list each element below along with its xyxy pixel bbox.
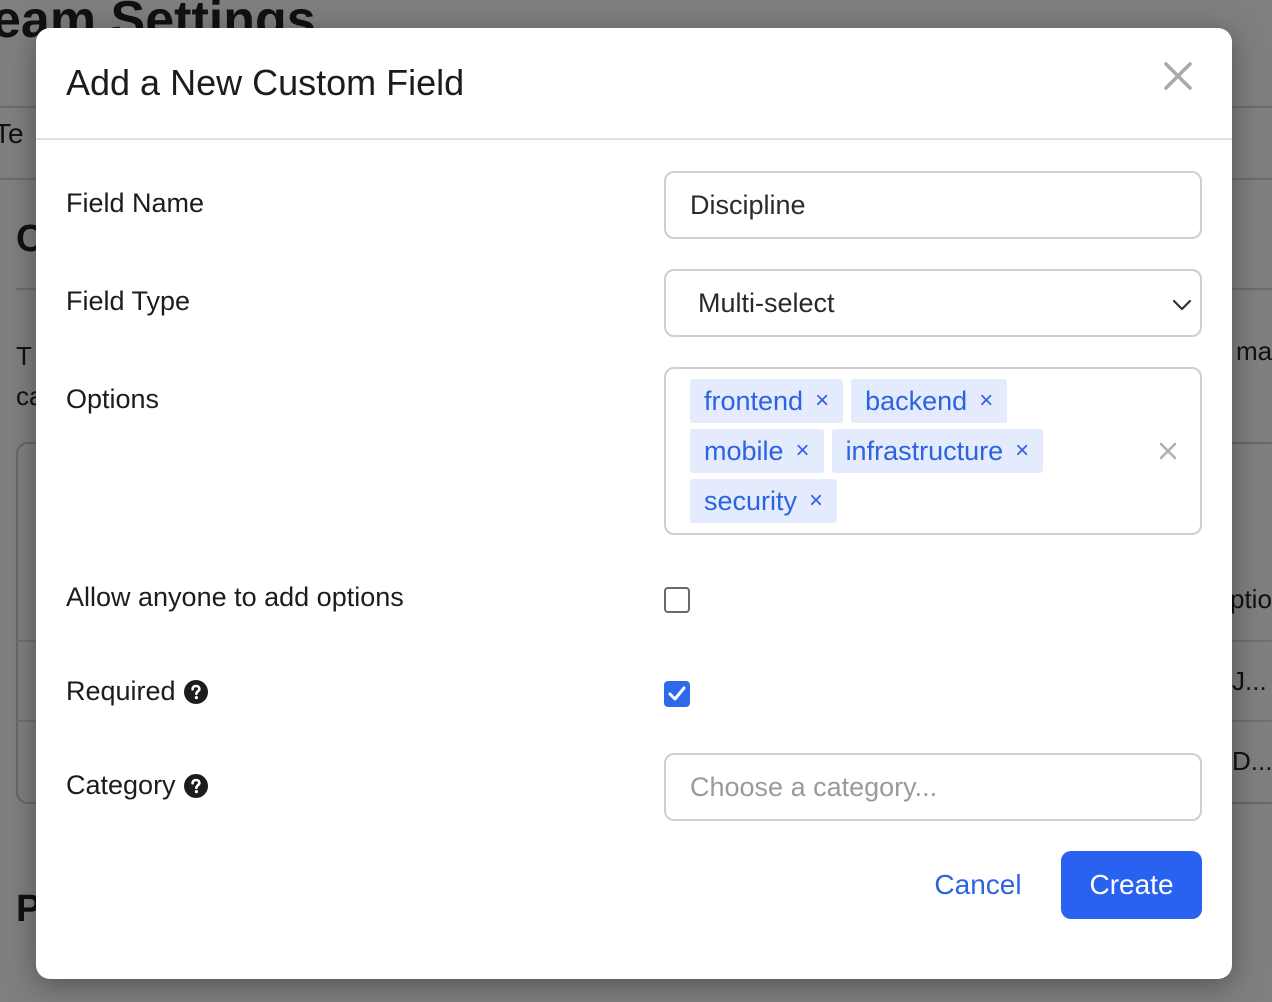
field-type-select[interactable]: Multi-select — [664, 269, 1202, 337]
field-type-label: Field Type — [66, 286, 191, 316]
option-tag-label: backend — [865, 385, 968, 416]
option-tag: frontend × — [690, 379, 844, 423]
allow-add-options-checkbox[interactable] — [664, 587, 690, 613]
options-label: Options — [66, 384, 160, 414]
help-icon[interactable] — [183, 679, 208, 704]
option-tag-label: mobile — [704, 435, 784, 466]
field-name-input[interactable] — [664, 171, 1202, 239]
help-icon[interactable] — [183, 773, 208, 798]
options-multiselect[interactable]: frontend × backend × mobile × infrastruc… — [664, 367, 1202, 535]
remove-tag-icon[interactable]: × — [1015, 439, 1029, 463]
option-tag: backend × — [851, 379, 1008, 423]
remove-tag-icon[interactable]: × — [796, 439, 810, 463]
option-tag-label: frontend — [704, 385, 804, 416]
remove-tag-icon[interactable]: × — [979, 389, 993, 413]
checkmark-icon — [668, 686, 686, 701]
options-tag-list: frontend × backend × mobile × infrastruc… — [690, 379, 1120, 523]
option-tag: mobile × — [690, 429, 824, 473]
create-button[interactable]: Create — [1061, 851, 1202, 919]
category-input[interactable] — [664, 753, 1202, 821]
modal-header: Add a New Custom Field — [36, 28, 1232, 140]
cancel-button[interactable]: Cancel — [916, 851, 1040, 919]
option-tag: infrastructure × — [831, 429, 1044, 473]
remove-tag-icon[interactable]: × — [815, 389, 829, 413]
required-checkbox[interactable] — [664, 681, 690, 707]
required-label-text: Required — [66, 676, 176, 706]
option-tag-label: security — [704, 485, 798, 516]
allow-add-options-label: Allow anyone to add options — [66, 582, 404, 612]
clear-all-icon[interactable] — [1156, 439, 1180, 463]
field-name-label: Field Name — [66, 188, 205, 218]
chevron-down-icon — [1172, 299, 1192, 311]
close-icon[interactable] — [1158, 56, 1198, 96]
option-tag: security × — [690, 479, 838, 523]
remove-tag-icon[interactable]: × — [809, 489, 823, 513]
field-type-value: Multi-select — [698, 288, 835, 318]
modal-title: Add a New Custom Field — [66, 62, 465, 103]
category-label: Category — [66, 770, 208, 801]
category-label-text: Category — [66, 770, 176, 800]
custom-field-modal: Add a New Custom Field Field Name Field … — [36, 28, 1232, 979]
option-tag-label: infrastructure — [845, 435, 1004, 466]
required-label: Required — [66, 676, 208, 707]
